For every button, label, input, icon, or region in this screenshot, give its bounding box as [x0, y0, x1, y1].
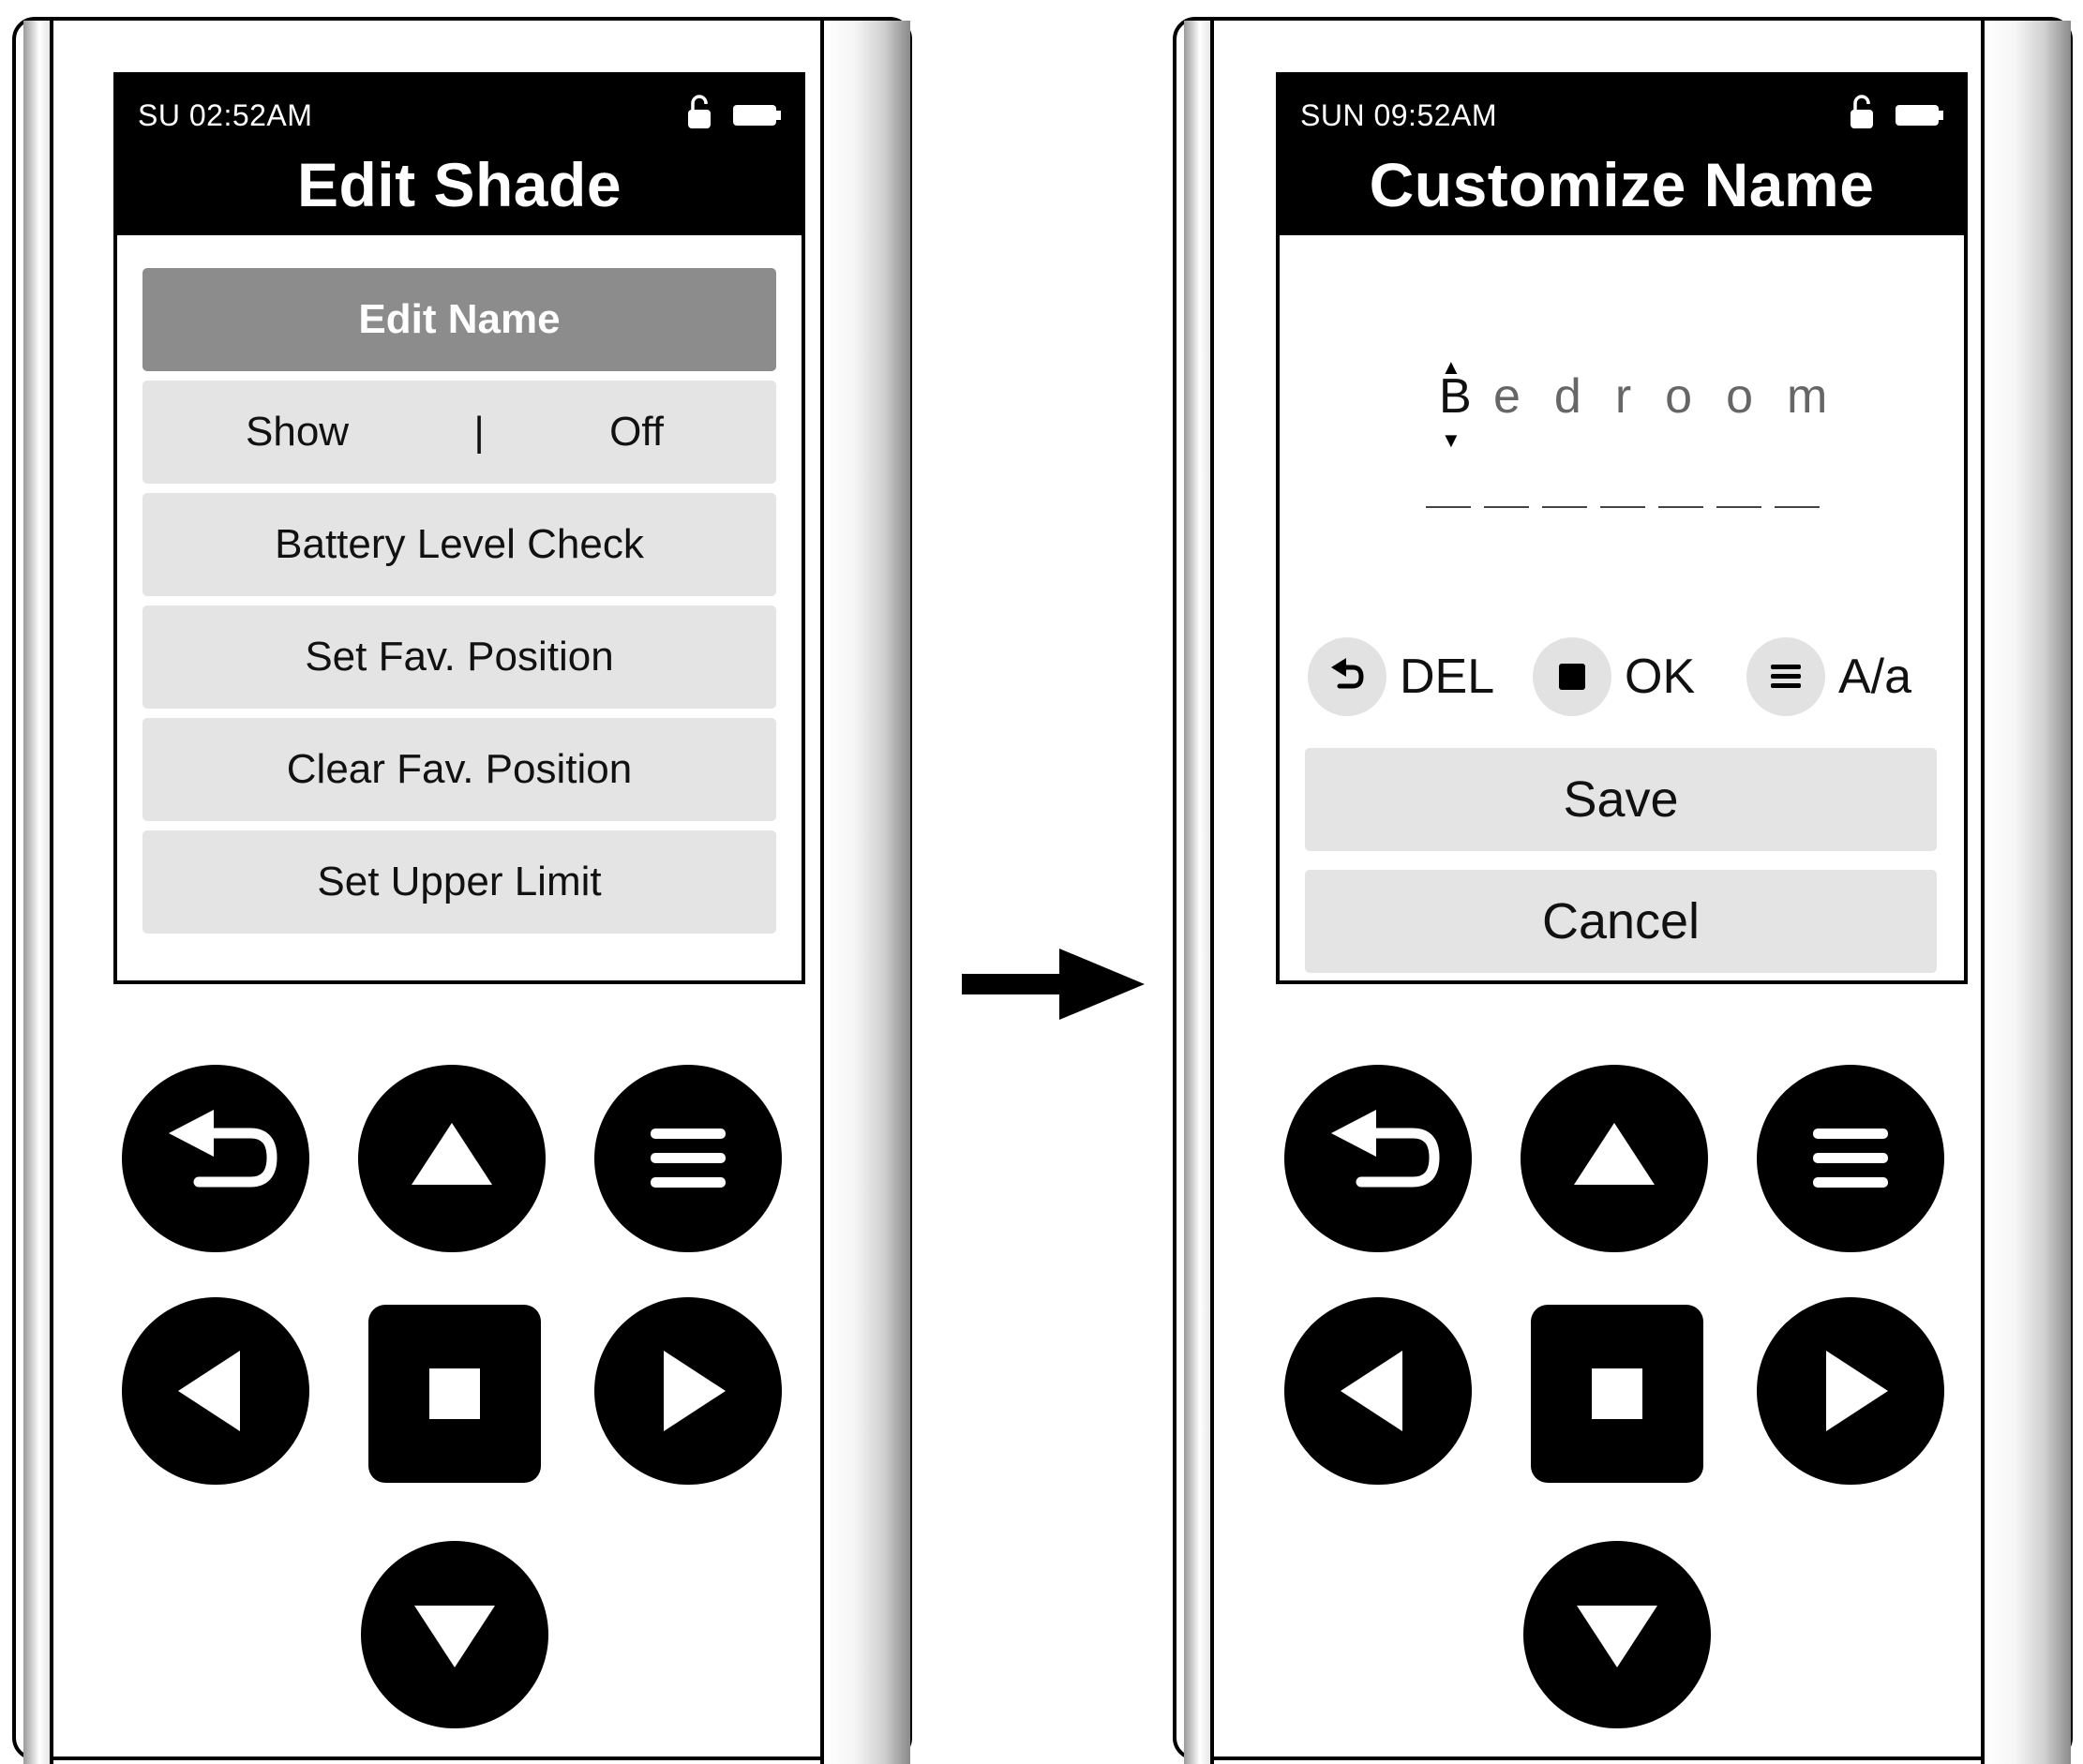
left-button[interactable]	[1284, 1297, 1472, 1485]
menu-item-edit-name[interactable]: Edit Name	[142, 268, 776, 371]
ok-hint: OK	[1533, 635, 1695, 719]
menu-item-label: Clear Fav. Position	[286, 746, 633, 792]
device-screen: SUN 09:52AM Customize Name ▲ B ▼ edroom	[1276, 72, 1968, 984]
menu-item-separator: |	[473, 409, 485, 455]
page-title: Customize Name	[1369, 150, 1875, 219]
right-arrow-icon	[664, 1351, 726, 1431]
cancel-label: Cancel	[1541, 893, 1701, 949]
del-label: DEL	[1400, 650, 1495, 704]
stop-button[interactable]	[1531, 1305, 1703, 1483]
name-entry-field[interactable]: ▲ B ▼ edroom	[1280, 357, 1964, 451]
menu-item-value: Off	[609, 409, 664, 455]
status-clock: SUN 09:52AM	[1300, 98, 1498, 132]
down-arrow-icon	[1577, 1606, 1657, 1667]
left-arrow-icon	[1341, 1351, 1402, 1431]
menu-item-set-fav-position[interactable]: Set Fav. Position	[142, 605, 776, 709]
menu-item-label: Edit Name	[358, 296, 561, 342]
menu-lines-icon	[1746, 637, 1825, 716]
up-button[interactable]	[358, 1065, 546, 1252]
menu-icon	[1813, 1129, 1888, 1188]
menu-item-clear-fav-position[interactable]: Clear Fav. Position	[142, 718, 776, 821]
stop-icon	[429, 1368, 480, 1419]
screen-header: SUN 09:52AM Customize Name	[1280, 76, 1964, 235]
status-clock: SU 02:52AM	[138, 98, 313, 132]
battery-icon	[733, 105, 781, 126]
battery-icon	[1896, 105, 1943, 126]
page-title: Edit Shade	[296, 150, 622, 219]
remote-device-right: SUN 09:52AM Customize Name ▲ B ▼ edroom	[1173, 17, 2078, 1764]
down-button[interactable]	[361, 1541, 548, 1728]
device-side-rail-left	[23, 21, 53, 1764]
del-hint: DEL	[1308, 635, 1494, 719]
menu-button[interactable]	[594, 1065, 782, 1252]
device-screen: SU 02:52AM Edit Shade Edit Name Show | O…	[113, 72, 805, 984]
current-character: B	[1439, 369, 1472, 424]
screen-header: SU 02:52AM Edit Shade	[117, 76, 802, 235]
unlock-icon	[688, 95, 711, 128]
cancel-button[interactable]: Cancel	[1305, 870, 1937, 973]
menu-item-show-toggle[interactable]: Show | Off	[142, 381, 776, 484]
remote-device-left: SU 02:52AM Edit Shade Edit Name Show | O…	[12, 17, 918, 1764]
up-arrow-icon	[1574, 1123, 1655, 1185]
right-arrow-icon	[1826, 1351, 1888, 1431]
back-arrow-icon	[1331, 1110, 1440, 1188]
left-arrow-icon	[178, 1351, 240, 1431]
menu-item-battery-level-check[interactable]: Battery Level Check	[142, 493, 776, 596]
stop-button[interactable]	[368, 1305, 541, 1483]
menu-item-label: Show	[246, 409, 350, 455]
right-button[interactable]	[1757, 1297, 1944, 1485]
ok-label: OK	[1625, 650, 1696, 704]
name-remaining-characters: edroom	[1493, 369, 1862, 424]
menu-button[interactable]	[1757, 1065, 1944, 1252]
stop-icon	[1592, 1368, 1642, 1419]
back-button[interactable]	[122, 1065, 309, 1252]
menu-item-label: Set Fav. Position	[305, 634, 614, 680]
stop-square-icon	[1533, 637, 1611, 716]
menu-item-set-upper-limit[interactable]: Set Upper Limit	[142, 830, 776, 934]
save-button[interactable]: Save	[1305, 748, 1937, 851]
left-button[interactable]	[122, 1297, 309, 1485]
menu-item-label: Battery Level Check	[275, 521, 644, 567]
back-arrow-icon	[169, 1110, 277, 1188]
case-toggle-label: A/a	[1838, 650, 1912, 704]
unlock-icon	[1851, 95, 1873, 128]
flow-arrow-icon	[962, 949, 1145, 1020]
device-side-rail-right	[1981, 21, 2071, 1764]
menu-icon	[651, 1129, 726, 1188]
back-arrow-icon	[1308, 637, 1386, 716]
save-label: Save	[1563, 771, 1679, 828]
char-down-caret-icon: ▼	[1441, 428, 1461, 452]
up-arrow-icon	[412, 1123, 492, 1185]
device-side-rail-left	[1184, 21, 1214, 1764]
edit-shade-menu: Edit Name Show | Off Battery Level Check…	[142, 268, 776, 943]
back-button[interactable]	[1284, 1065, 1472, 1252]
right-button[interactable]	[594, 1297, 782, 1485]
down-arrow-icon	[414, 1606, 495, 1667]
device-side-rail-right	[820, 21, 910, 1764]
up-button[interactable]	[1521, 1065, 1708, 1252]
down-button[interactable]	[1523, 1541, 1711, 1728]
case-toggle-hint: A/a	[1746, 635, 1911, 719]
menu-item-label: Set Upper Limit	[317, 859, 602, 904]
name-entry-controls: DEL OK A/a	[1308, 635, 1945, 719]
